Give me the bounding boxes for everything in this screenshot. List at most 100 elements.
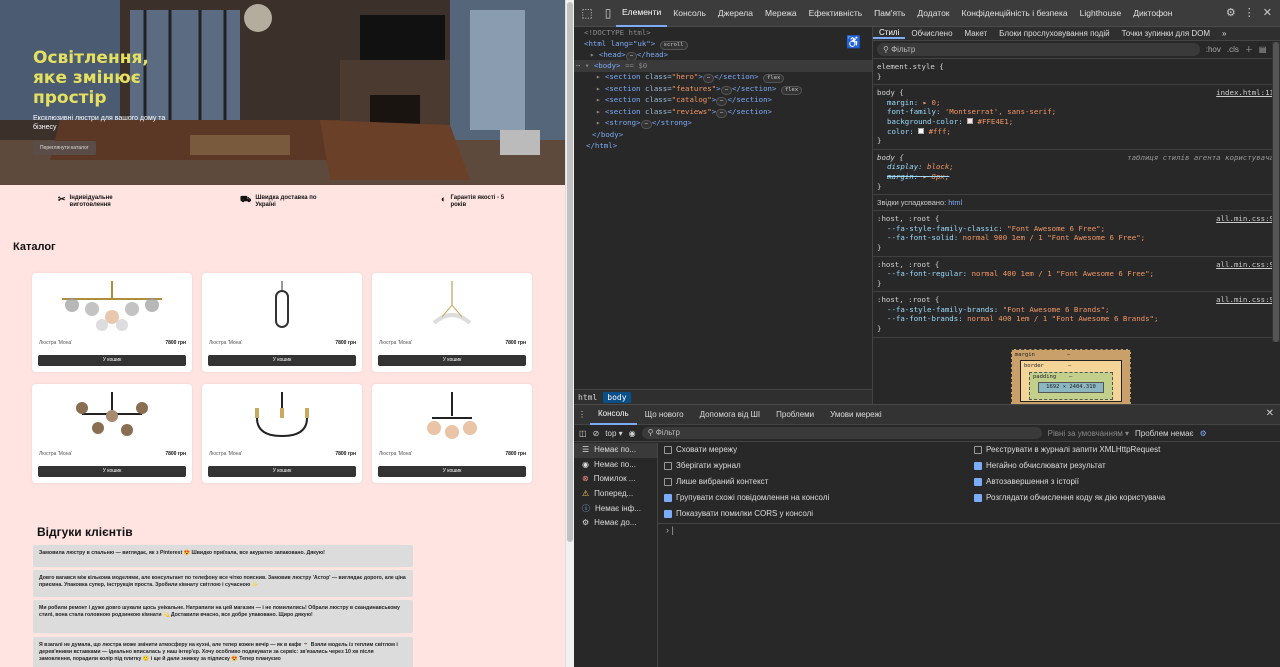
close-icon[interactable]: ✕ <box>1263 6 1272 19</box>
checkbox[interactable] <box>664 493 672 502</box>
log-levels-select[interactable]: Рівні за умовчанням ▾ <box>1048 429 1129 438</box>
option-user-gesture[interactable]: Розглядати обчислення коду як дію корист… <box>974 493 1165 502</box>
add-to-cart-button[interactable]: У кошик <box>208 355 356 366</box>
option-selected-context[interactable]: Лише вибраний контекст <box>664 477 768 486</box>
option-eager-eval[interactable]: Негайно обчислювати результат <box>974 461 1106 470</box>
dom-line[interactable]: </html> <box>586 140 617 152</box>
paint-icon[interactable]: ▤ <box>1259 45 1267 54</box>
more-options-icon[interactable]: ⋮ <box>574 405 590 425</box>
dom-line[interactable]: ▸ <section class="hero"> ⋯ </section> flex <box>596 71 785 83</box>
subtab-computed[interactable]: Обчислено <box>905 29 958 38</box>
subtab-dom-breakpoints[interactable]: Точки зупинки для DOM <box>1116 29 1216 38</box>
drawer-tab-console[interactable]: Консоль <box>590 405 637 425</box>
sidebar-item-warnings[interactable]: ⚠ Поперед... <box>574 487 657 502</box>
element-style-rule: element.style { } <box>873 59 1280 86</box>
tab-memory[interactable]: Пам'ять <box>868 0 911 27</box>
source-link[interactable]: all.min.css:9 <box>1216 260 1274 270</box>
drawer-tab-whats-new[interactable]: Що нового <box>637 405 692 425</box>
tab-lighthouse[interactable]: Lighthouse <box>1074 0 1128 27</box>
sidebar-item-user[interactable]: ◉ Немає по... <box>574 458 657 473</box>
close-drawer-icon[interactable]: ✕ <box>1266 408 1274 419</box>
dom-line[interactable]: ▸ <section class="reviews"> ⋯ </section> <box>596 106 772 118</box>
option-group-similar[interactable]: Групувати схожі повідомлення на консолі <box>664 493 829 502</box>
option-cors-errors[interactable]: Показувати помилки CORS у консолі <box>664 509 813 518</box>
subtab-layout[interactable]: Макет <box>959 29 994 38</box>
tab-network[interactable]: Мережа <box>759 0 803 27</box>
dom-line[interactable]: </body> <box>592 129 623 141</box>
checkbox[interactable] <box>974 461 982 470</box>
clear-console-icon[interactable]: ⊘ <box>593 429 600 438</box>
drawer-tab-ai[interactable]: Допомога від ШІ <box>692 405 769 425</box>
sidebar-item-all[interactable]: ☰ Немає по... <box>574 443 657 458</box>
option-hide-network[interactable]: Сховати мережу <box>664 445 737 454</box>
sidebar-item-info[interactable]: ⓘ Немає інф... <box>574 502 657 517</box>
tab-recorder[interactable]: Диктофон <box>1127 0 1178 27</box>
hov-toggle[interactable]: :hov <box>1206 45 1221 54</box>
tab-application[interactable]: Додаток <box>911 0 955 27</box>
add-to-cart-button[interactable]: У кошик <box>378 466 526 477</box>
add-to-cart-button[interactable]: У кошик <box>378 355 526 366</box>
page-scrollbar[interactable] <box>565 0 574 667</box>
checkbox[interactable] <box>664 445 672 454</box>
flex-badge[interactable]: flex <box>780 85 803 95</box>
subtab-styles[interactable]: Стилі <box>873 28 906 39</box>
add-to-cart-button[interactable]: У кошик <box>38 355 186 366</box>
styles-subtabs: Стилі Обчислено Макет Блоки прослуховува… <box>873 27 1280 41</box>
product-card: Люстра 'Мона' 7800 грн У кошик <box>372 384 532 483</box>
checkbox[interactable] <box>974 493 982 502</box>
cls-toggle[interactable]: .cls <box>1227 45 1239 54</box>
sidebar-toggle-icon[interactable]: ◫ <box>579 429 587 438</box>
checkbox[interactable] <box>664 477 672 486</box>
device-toggle-icon[interactable]: ▯ <box>600 5 616 21</box>
breadcrumb-body[interactable]: body <box>603 391 631 403</box>
sidebar-item-verbose[interactable]: ⚙ Немає до... <box>574 516 657 531</box>
dom-line-selected[interactable]: ⋯ ▾ <body> == $0 <box>574 60 872 72</box>
dom-line[interactable]: ▸ <section class="features"> ⋯ </section> … <box>596 83 803 95</box>
checkbox[interactable] <box>664 461 672 470</box>
issues-counter[interactable]: Проблем немає <box>1135 429 1194 438</box>
subtab-event-listeners[interactable]: Блоки прослуховування подій <box>993 29 1115 38</box>
drawer-tab-issues[interactable]: Проблеми <box>768 405 822 425</box>
option-preserve-log[interactable]: Зберігати журнал <box>664 461 741 470</box>
console-prompt[interactable]: › | <box>666 525 674 535</box>
accessibility-icon[interactable]: ♿ <box>846 35 861 49</box>
checkbox[interactable] <box>974 445 982 454</box>
more-options-icon[interactable]: ⋮ <box>1244 6 1255 19</box>
source-link[interactable]: all.min.css:9 <box>1216 295 1274 305</box>
console-settings-icon[interactable]: ⚙ <box>1200 429 1207 438</box>
drawer-tabs: ⋮ Консоль Що нового Допомога від ШІ Проб… <box>574 405 1280 425</box>
hero-catalog-button[interactable]: Переглянути каталог <box>33 141 96 155</box>
add-to-cart-button[interactable]: У кошик <box>38 466 186 477</box>
option-log-xhr[interactable]: Реєструвати в журналі запити XMLHttpRequ… <box>974 445 1160 454</box>
add-to-cart-button[interactable]: У кошик <box>208 466 356 477</box>
checkbox[interactable] <box>664 509 672 518</box>
dom-line[interactable]: <!DOCTYPE html> <box>584 27 651 39</box>
tab-privacy[interactable]: Конфіденційність і безпека <box>956 0 1074 27</box>
styles-scrollbar[interactable] <box>1272 42 1280 342</box>
option-autocomplete[interactable]: Автозавершення з історії <box>974 477 1079 486</box>
checkbox[interactable] <box>974 477 982 486</box>
scrollbar-thumb[interactable] <box>567 2 573 542</box>
feature-item: ◐ Гарантія якості - 5 років <box>441 195 521 209</box>
eye-icon[interactable]: ◉ <box>629 429 636 438</box>
source-link[interactable]: index.html:11 <box>1216 88 1274 98</box>
tab-sources[interactable]: Джерела <box>712 0 759 27</box>
settings-icon[interactable]: ⚙ <box>1226 6 1236 19</box>
add-rule-icon[interactable]: ＋ <box>1245 44 1253 55</box>
dom-line[interactable]: ▸ <section class="catalog"> ⋯ </section> <box>596 94 772 106</box>
tab-console[interactable]: Консоль <box>667 0 712 27</box>
drawer-tab-network-conditions[interactable]: Умови мережі <box>822 405 890 425</box>
sidebar-item-errors[interactable]: ⊗ Помилок ... <box>574 472 657 487</box>
more-tabs-icon[interactable]: » <box>1216 29 1232 38</box>
context-select[interactable]: top ▾ <box>605 429 622 438</box>
tab-performance[interactable]: Ефективність <box>803 0 869 27</box>
product-card: Люстра 'Мона' 7800 грн У кошик <box>202 273 362 372</box>
console-filter-input[interactable]: ⚲ Фільтр <box>641 427 1042 439</box>
styles-filter-input[interactable]: ⚲ Фільтр <box>877 43 1200 56</box>
dom-line[interactable]: ▸ <strong> ⋯ </strong> <box>596 117 692 129</box>
tab-elements[interactable]: Елементи <box>616 0 668 27</box>
source-link[interactable]: all.min.css:9 <box>1216 214 1274 224</box>
breadcrumb-html[interactable]: html <box>574 392 601 403</box>
inspect-icon[interactable]: ⬚ <box>579 5 595 21</box>
scrollbar-thumb[interactable] <box>1273 42 1279 342</box>
